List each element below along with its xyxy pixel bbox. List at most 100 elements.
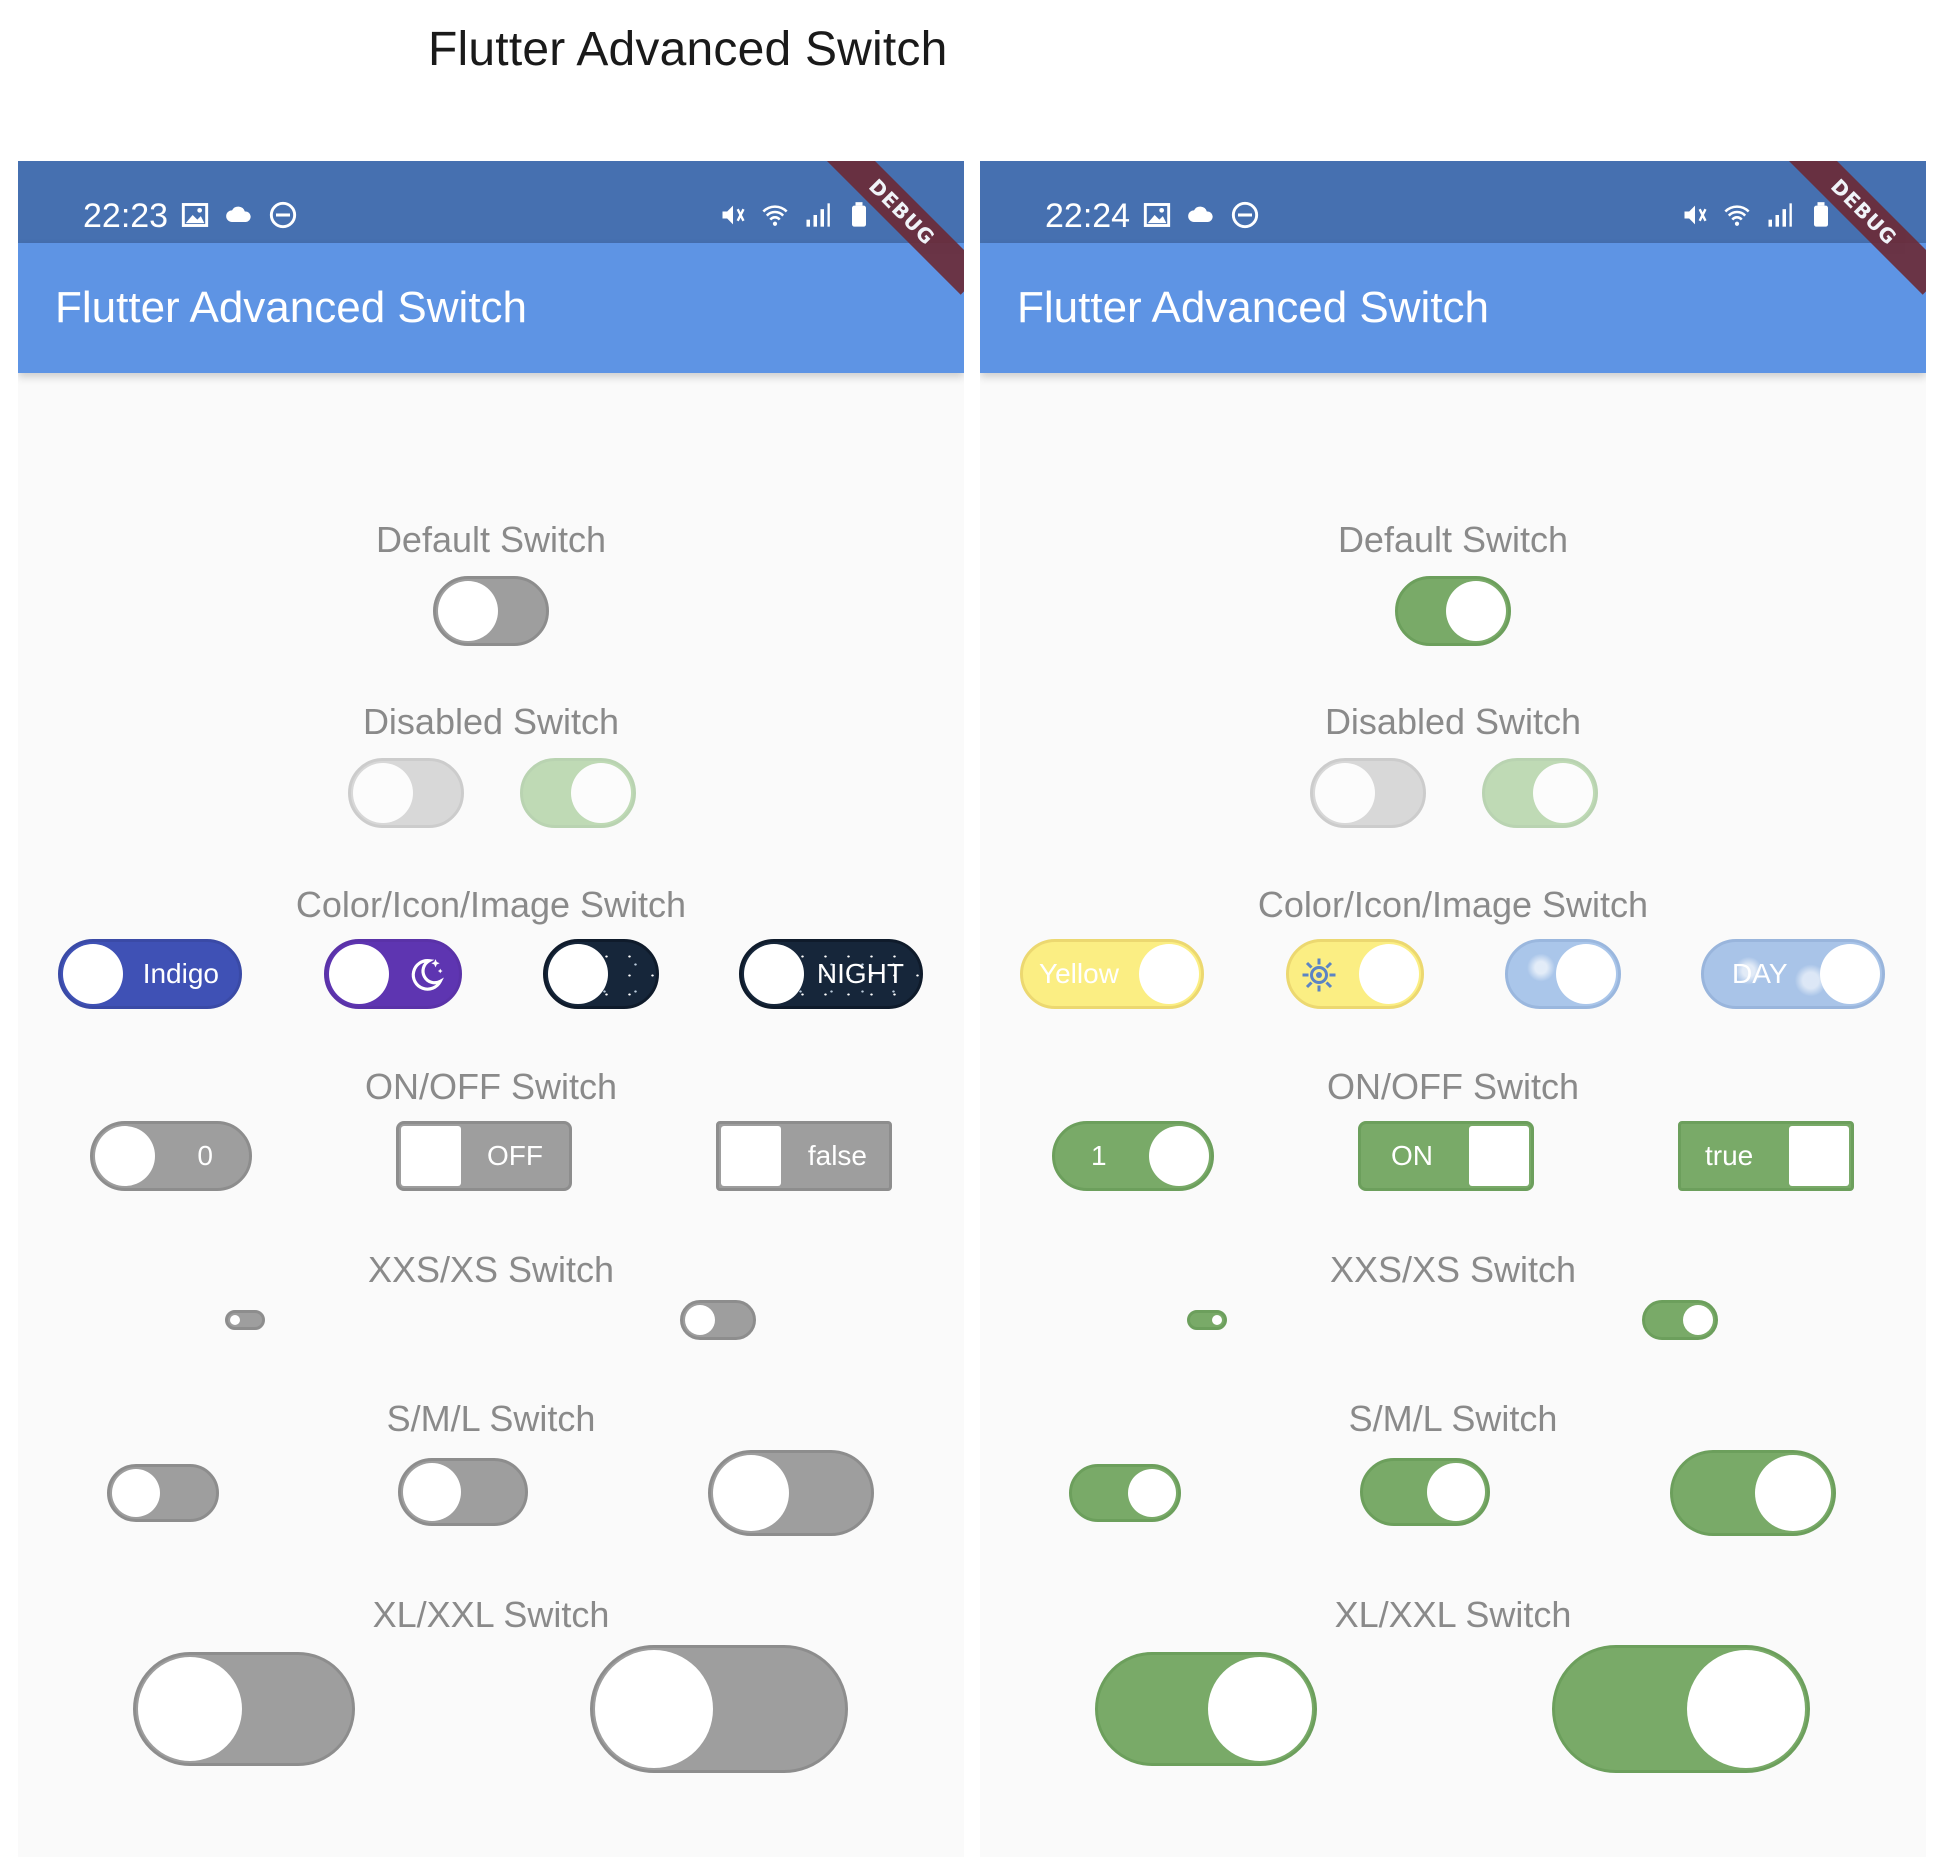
switch-label: true [1705,1140,1754,1171]
xxl-switch[interactable] [590,1645,848,1773]
day-image-switch[interactable]: DAY [1701,939,1885,1009]
indigo-switch[interactable]: Indigo [58,939,242,1009]
default-switch[interactable] [1395,576,1511,646]
switch-knob [63,944,123,1004]
page-title: Flutter Advanced Switch [428,23,948,76]
switch-knob [138,1657,242,1761]
switch-knob [1469,1126,1529,1186]
switch-knob [438,581,498,641]
battery-icon [852,202,866,227]
wifi-icon [762,205,788,226]
section-label-default: Default Switch [375,519,607,560]
section-label-on-off: ON/OFF Switch [1326,1066,1580,1107]
text-on-off-switch[interactable]: ON [1358,1121,1534,1191]
switch-knob [1687,1650,1805,1768]
do-not-disturb-icon [1231,201,1259,229]
cloud-icon [226,206,251,222]
status-bar: 22:24 [980,161,1926,243]
section-label-xl-xxl: XL/XXL Switch [1334,1594,1572,1635]
switch-knob [1208,1657,1312,1761]
large-switch[interactable] [1670,1450,1836,1536]
image-switch[interactable] [1505,939,1621,1009]
signal-icon [806,203,830,227]
small-switch[interactable] [107,1464,219,1522]
bool-on-off-switch[interactable]: true [1678,1121,1854,1191]
medium-switch[interactable] [1360,1458,1490,1526]
switch-knob [1556,944,1616,1004]
switch-knob [685,1305,715,1335]
switch-knob [1683,1305,1713,1335]
switch-knob [1446,581,1506,641]
xs-switch[interactable] [1642,1300,1718,1340]
numeric-on-off-switch[interactable]: 1 [1052,1121,1214,1191]
switch-knob [744,944,804,1004]
switch-knob [329,944,389,1004]
xl-switch[interactable] [1095,1652,1317,1766]
section-label-s-m-l: S/M/L Switch [1348,1398,1558,1439]
switch-knob [112,1469,160,1517]
switch-knob [1359,944,1419,1004]
switch-knob [571,763,631,823]
night-image-switch[interactable]: NIGHT [739,939,923,1009]
xs-switch[interactable] [680,1300,756,1340]
xxl-switch[interactable] [1552,1645,1810,1773]
icon-switch[interactable] [1286,939,1424,1009]
app-bar: Flutter Advanced Switch [18,243,964,373]
xl-switch[interactable] [133,1652,355,1766]
app-bar-title: Flutter Advanced Switch [1017,283,1490,332]
section-label-disabled: Disabled Switch [362,701,620,742]
medium-switch[interactable] [398,1458,528,1526]
text-on-off-switch[interactable]: OFF [396,1121,572,1191]
disabled-switch-off [1310,758,1426,828]
image-switch[interactable] [543,939,659,1009]
icon-switch[interactable] [324,939,462,1009]
switch-knob [230,1315,240,1325]
numeric-on-off-switch[interactable]: 0 [90,1121,252,1191]
section-label-disabled: Disabled Switch [1324,701,1582,742]
section-label-color-icon-image: Color/Icon/Image Switch [1257,884,1649,925]
xxs-switch[interactable] [1187,1310,1227,1330]
section-label-s-m-l: S/M/L Switch [386,1398,596,1439]
switch-label: OFF [487,1140,543,1171]
switch-label: 1 [1091,1140,1107,1171]
switch-knob [401,1126,461,1186]
moon-stars-icon [411,959,444,991]
large-switch[interactable] [708,1450,874,1536]
status-bar: 22:23 [18,161,964,243]
battery-icon [1814,202,1828,227]
section-label-color-icon-image: Color/Icon/Image Switch [295,884,687,925]
switch-knob [721,1126,781,1186]
app-bar: Flutter Advanced Switch [980,243,1926,373]
switch-knob [1315,763,1375,823]
vibrate-mute-icon [1684,205,1707,225]
bool-on-off-switch[interactable]: false [716,1121,892,1191]
vibrate-mute-icon [722,205,745,225]
disabled-switch-off [348,758,464,828]
switch-knob [713,1455,789,1531]
gallery-icon [181,203,209,227]
cloud-icon [1188,206,1213,222]
xxs-switch[interactable] [225,1310,265,1330]
default-switch[interactable] [433,576,549,646]
switch-knob [595,1650,713,1768]
switch-knob [1212,1315,1222,1325]
switch-knob [353,763,413,823]
switch-knob [1427,1463,1485,1521]
switch-knob [95,1126,155,1186]
switch-label: Indigo [142,958,219,989]
yellow-switch[interactable]: Yellow [1020,939,1204,1009]
switch-label: DAY [1732,958,1788,989]
disabled-switch-on [1482,758,1598,828]
wifi-icon [1724,205,1750,226]
switch-label: 0 [197,1140,213,1171]
small-switch[interactable] [1069,1464,1181,1522]
do-not-disturb-icon [269,201,297,229]
phone-screen-left: 22:23 Flutter Advanced Switch DEBUG Defa… [18,161,964,1857]
sun-icon [1302,958,1336,992]
switch-knob [1149,1126,1209,1186]
switch-knob [1139,944,1199,1004]
section-label-default: Default Switch [1337,519,1569,560]
switch-knob [1128,1469,1176,1517]
section-label-xl-xxl: XL/XXL Switch [372,1594,610,1635]
switch-label: ON [1391,1140,1433,1171]
